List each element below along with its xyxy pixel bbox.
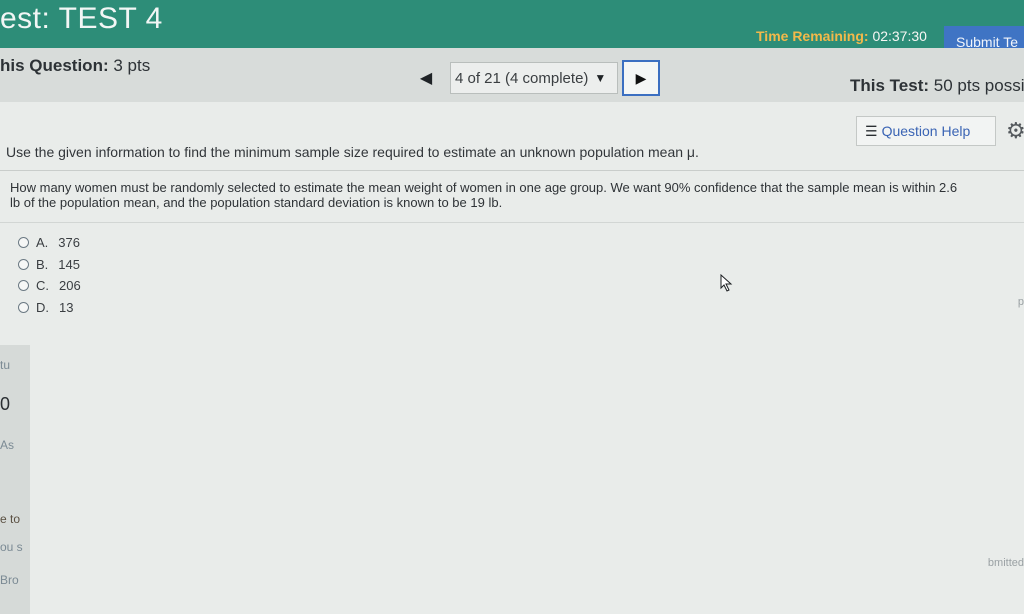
answer-choices: A. 376 B. 145 C. 206 D. 13 — [18, 232, 81, 318]
left-fragment-text: tu — [0, 358, 11, 372]
choice-letter: C. — [36, 278, 49, 294]
question-text: How many women must be randomly selected… — [10, 180, 1016, 210]
choice-value: 376 — [58, 235, 80, 251]
previous-question-button[interactable]: ◀ — [404, 60, 448, 96]
mouse-pointer-icon — [720, 274, 733, 292]
question-select-text: 4 of 21 (4 complete) — [455, 69, 589, 87]
time-remaining-label: Time Remaining: — [756, 28, 869, 44]
question-navigator: ◀ 4 of 21 (4 complete) ▼ ▶ — [404, 60, 662, 96]
question-instruction: Use the given information to find the mi… — [6, 144, 699, 160]
radio-button[interactable] — [18, 280, 29, 292]
time-remaining-value: 02:37:30 — [872, 28, 927, 44]
divider — [0, 222, 1024, 223]
answer-choice-a[interactable]: A. 376 — [18, 232, 81, 254]
divider — [0, 170, 1024, 171]
chevron-down-icon: ▼ — [594, 71, 607, 85]
left-fragment-text: 0 — [0, 394, 11, 414]
right-fragment-text: p — [1017, 296, 1024, 308]
answer-choice-d[interactable]: D. 13 — [18, 297, 81, 319]
question-text-line: How many women must be randomly selected… — [10, 180, 958, 195]
left-fragment-text: As — [0, 438, 15, 452]
question-help-button[interactable]: ☰ Question Help — [856, 116, 996, 146]
this-test-points: This Test: 50 pts possib — [850, 76, 1024, 96]
triangle-right-icon: ▶ — [635, 69, 647, 86]
choice-letter: A. — [36, 235, 49, 251]
left-fragment-text: Bro — [0, 573, 19, 587]
answer-choice-b[interactable]: B. 145 — [18, 254, 81, 276]
radio-button[interactable] — [18, 237, 29, 249]
next-question-button[interactable]: ▶ — [622, 60, 660, 96]
question-select[interactable]: 4 of 21 (4 complete) ▼ — [450, 62, 618, 94]
gear-icon[interactable]: ⚙ — [1006, 120, 1024, 142]
this-test-value: 50 pts possib — [933, 76, 1024, 95]
triangle-left-icon: ◀ — [419, 70, 433, 87]
this-question-points: his Question: 3 pts — [0, 56, 150, 76]
left-fragment-text: e to — [0, 512, 21, 526]
right-fragment-text: bmitted — [987, 557, 1024, 569]
choice-value: 13 — [59, 299, 74, 315]
test-title: est: TEST 4 — [0, 2, 163, 35]
left-fragment-text: ou s — [0, 540, 23, 554]
choice-letter: B. — [36, 256, 49, 272]
choice-letter: D. — [36, 299, 49, 315]
question-help-label: Question Help — [881, 123, 971, 139]
list-icon: ☰ — [865, 122, 878, 139]
choice-value: 145 — [58, 256, 80, 272]
time-remaining: Time Remaining: 02:37:30 — [756, 28, 927, 44]
question-text-line: lb of the population mean, and the popul… — [10, 195, 503, 210]
this-question-value: 3 pts — [113, 56, 151, 75]
answer-choice-c[interactable]: C. 206 — [18, 275, 81, 297]
radio-button[interactable] — [18, 301, 29, 313]
choice-value: 206 — [59, 278, 81, 294]
this-question-label: his Question: — [0, 56, 109, 75]
this-test-label: This Test: — [850, 76, 930, 95]
radio-button[interactable] — [18, 258, 29, 270]
